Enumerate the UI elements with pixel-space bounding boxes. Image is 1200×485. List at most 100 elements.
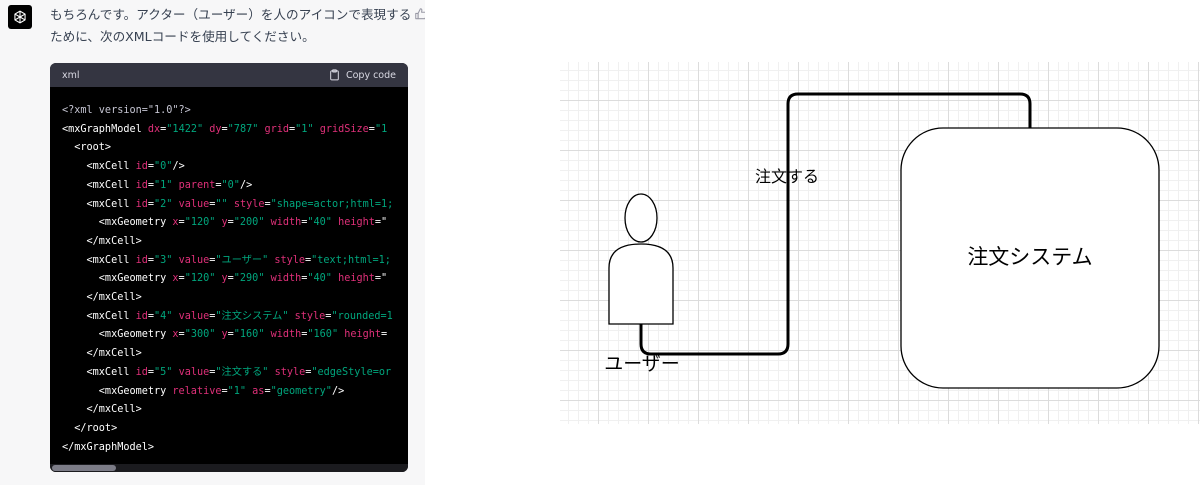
code-line: <mxCell id="1" parent="0"/> — [62, 177, 393, 196]
code-token: "1" — [154, 179, 173, 191]
code-line: <mxCell id="5" value="注文する" style="edgeS… — [62, 364, 393, 383]
code-token: </mxCell> — [62, 348, 142, 360]
copy-code-button[interactable]: Copy code — [329, 69, 396, 81]
code-token: value — [178, 366, 210, 378]
code-token: "text;html=1; — [311, 254, 391, 266]
code-token: id — [135, 179, 148, 191]
code-token: "0" — [221, 179, 240, 191]
code-line: <mxCell id="0"/> — [62, 158, 393, 177]
code-token: "5" — [154, 366, 173, 378]
actor-label: ユーザー — [604, 353, 680, 375]
code-token: "geometry" — [270, 385, 332, 397]
code-token: height — [338, 273, 375, 285]
actor-shape[interactable] — [608, 193, 674, 325]
code-token: "2" — [154, 198, 173, 210]
code-block: xml Copy code <?xml version="1.0"?> <mxGr… — [50, 63, 408, 472]
message-line: ために、次のXMLコードを使用してください。 — [50, 29, 315, 44]
code-token: </mxGraphModel> — [62, 441, 155, 453]
horizontal-scrollbar[interactable] — [50, 464, 408, 472]
code-token: </mxCell> — [62, 292, 142, 304]
code-line: </mxCell> — [62, 345, 393, 364]
code-token: id — [135, 366, 148, 378]
code-token: </mxCell> — [62, 404, 142, 416]
code-token: "4" — [154, 310, 173, 322]
code-line: </mxCell> — [62, 401, 393, 420]
code-token: "edgeStyle=or — [311, 366, 392, 378]
system-label: 注文システム — [967, 245, 1092, 269]
actor-body — [608, 243, 674, 325]
code-token: "160" — [307, 329, 339, 341]
code-token: <mxCell — [62, 198, 136, 210]
code-token: = — [381, 329, 388, 341]
openai-logo-icon — [14, 10, 26, 24]
code-token: "40" — [307, 273, 332, 285]
code-token: grid — [264, 123, 290, 135]
code-token: width — [270, 217, 302, 229]
code-token: =" — [374, 217, 388, 229]
code-token: "注文する" — [215, 366, 269, 378]
code-token: "rounded=1 — [331, 310, 393, 322]
message-line: もちろんです。アクター（ユーザー）を人のアイコンで表現する — [50, 7, 412, 22]
code-line: </mxGraphModel> — [62, 439, 393, 458]
code-token: <mxCell — [62, 366, 136, 378]
code-token: <mxCell — [62, 310, 136, 322]
code-token: height — [338, 217, 375, 229]
code-line: <mxCell id="4" value="注文システム" style="rou… — [62, 308, 393, 327]
code-token: relative — [172, 385, 222, 397]
code-token: style — [274, 366, 306, 378]
code-token: id — [135, 254, 148, 266]
code-token: <mxGeometry — [62, 329, 173, 341]
code-language-label: xml — [62, 69, 80, 81]
code-token: <mxCell — [62, 254, 136, 266]
code-line: </root> — [62, 420, 393, 439]
assistant-avatar — [8, 5, 32, 29]
code-token: width — [270, 273, 302, 285]
code-token: "40" — [307, 217, 332, 229]
code-token: <mxGraphModel — [62, 123, 148, 135]
code-line: <?xml version="1.0"?> — [62, 102, 393, 121]
code-token: <mxGeometry — [62, 217, 173, 229]
diagram-canvas[interactable]: 注文する ユーザー 注文システム — [560, 62, 1200, 424]
code-token: id — [135, 310, 148, 322]
code-token: style — [274, 254, 306, 266]
code-token: dy — [209, 123, 222, 135]
code-line: <mxGeometry relative="1" as="geometry"/> — [62, 383, 393, 402]
clipboard-icon — [330, 69, 339, 81]
code-token: "300" — [184, 329, 216, 341]
code-line: <mxGeometry x="300" y="160" width="160" … — [62, 326, 393, 345]
code-token: <mxCell — [62, 161, 136, 173]
code-line: <mxGraphModel dx="1422" dy="787" grid="1… — [62, 121, 393, 140]
code-token: "1" — [227, 385, 247, 397]
code-line: <mxCell id="2" value="" style="shape=act… — [62, 196, 394, 215]
code-token: "" — [215, 198, 228, 210]
code-token: value — [178, 198, 210, 210]
code-token: value — [178, 254, 210, 266]
code-line: </mxCell> — [62, 289, 393, 308]
code-token: "1422" — [166, 123, 204, 135]
scrollbar-thumb[interactable] — [52, 465, 116, 471]
code-token: </root> — [62, 422, 118, 434]
code-token: /> — [331, 385, 345, 397]
code-token: height — [344, 329, 382, 341]
code-line: <mxCell id="3" value="ユーザー" style="text;… — [62, 252, 393, 271]
code-token: value — [178, 310, 210, 322]
code-token: /> — [239, 179, 253, 191]
code-line: </mxCell> — [62, 233, 393, 252]
code-token: </mxCell> — [62, 235, 142, 247]
code-token: id — [135, 161, 148, 173]
thumbs-up-icon[interactable] — [414, 6, 425, 20]
code-token: "shape=actor;html=1; — [270, 198, 394, 210]
chat-panel: もちろんです。アクター（ユーザー）を人のアイコンで表現する ために、次のXMLコ… — [0, 0, 425, 485]
assistant-message: もちろんです。アクター（ユーザー）を人のアイコンで表現する ために、次のXMLコ… — [50, 4, 412, 48]
code-token: <?xml version="1.0"?> — [62, 105, 191, 116]
code-token: "120" — [184, 273, 216, 285]
code-token: "注文システム" — [215, 310, 289, 322]
code-token: <root> — [62, 142, 112, 154]
code-token: "120" — [184, 217, 216, 229]
code-token: dx — [147, 123, 161, 135]
code-lines: <?xml version="1.0"?> <mxGraphModel dx="1… — [62, 102, 393, 457]
code-token: style — [294, 310, 326, 322]
code-token: gridSize — [319, 123, 369, 135]
code-token: as — [252, 385, 265, 397]
code-line: <mxGeometry x="120" y="290" width="40" h… — [62, 270, 393, 289]
